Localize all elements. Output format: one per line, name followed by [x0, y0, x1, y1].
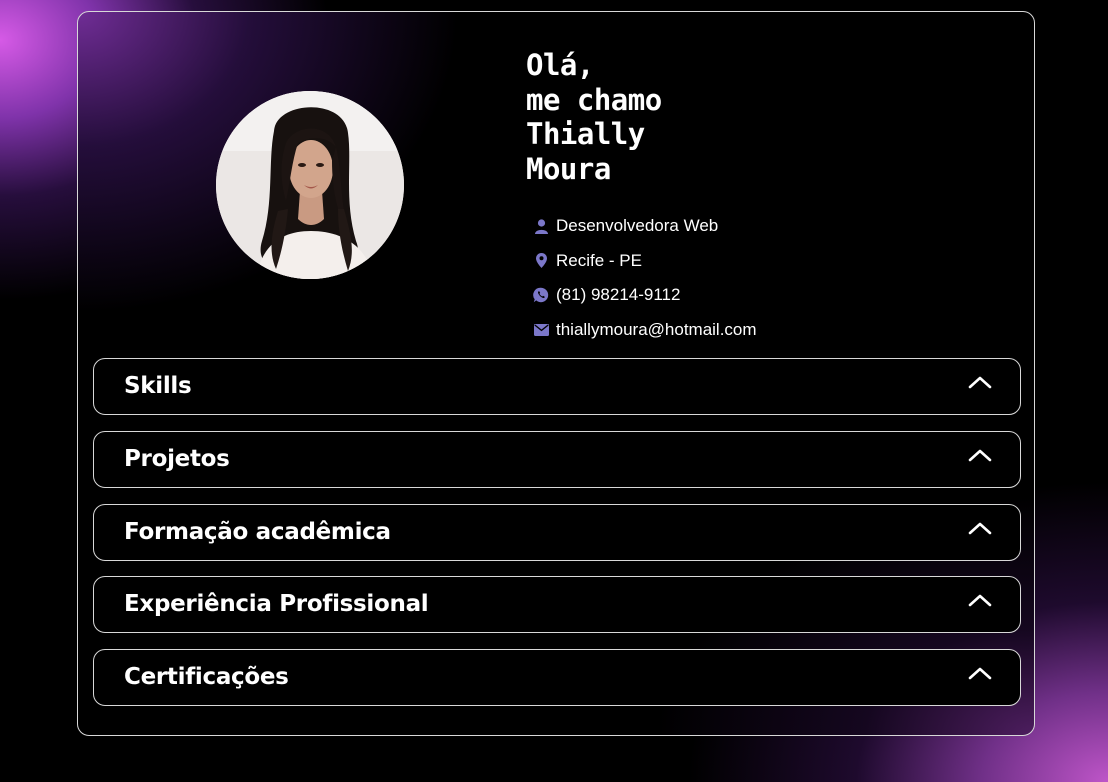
greeting-title: Olá, me chamo Thially Moura	[526, 48, 662, 186]
section-experiencia-label: Experiência Profissional	[124, 591, 429, 617]
contact-item-email: thiallymoura@hotmail.com	[533, 313, 757, 348]
chevron-up-icon	[968, 594, 992, 607]
location-pin-icon	[533, 253, 549, 269]
contact-list: Desenvolvedora Web Recife - PE (81) 9821…	[533, 209, 757, 347]
section-projetos-label: Projetos	[124, 446, 230, 472]
contact-item-role: Desenvolvedora Web	[533, 209, 757, 244]
chevron-up-icon	[968, 376, 992, 389]
profile-avatar	[216, 91, 404, 279]
contact-email-text: thiallymoura@hotmail.com	[556, 319, 757, 339]
contact-item-location: Recife - PE	[533, 244, 757, 279]
chevron-up-icon	[968, 522, 992, 535]
section-skills-toggle[interactable]: Skills	[93, 358, 1021, 415]
greeting-line: Moura	[526, 151, 611, 186]
contact-role-text: Desenvolvedora Web	[556, 216, 719, 236]
greeting-line: Thially	[526, 117, 645, 151]
whatsapp-icon	[533, 287, 549, 303]
user-icon	[533, 218, 549, 234]
section-certificacoes-label: Certificações	[124, 664, 289, 690]
mail-icon	[533, 322, 549, 338]
profile-card: Olá, me chamo Thially Moura Desenvolvedo…	[77, 11, 1035, 736]
section-formacao-toggle[interactable]: Formação acadêmica	[93, 504, 1021, 561]
section-formacao-label: Formação acadêmica	[124, 519, 391, 545]
greeting-line: Olá,	[526, 48, 594, 82]
chevron-up-icon	[968, 449, 992, 462]
greeting-line: me chamo	[526, 82, 662, 117]
section-projetos-toggle[interactable]: Projetos	[93, 431, 1021, 488]
section-skills-label: Skills	[124, 373, 192, 399]
section-experiencia-toggle[interactable]: Experiência Profissional	[93, 576, 1021, 633]
section-certificacoes-toggle[interactable]: Certificações	[93, 649, 1021, 706]
contact-item-phone: (81) 98214-9112	[533, 278, 757, 313]
chevron-up-icon	[968, 667, 992, 680]
profile-photo-icon	[216, 91, 404, 279]
contact-location-text: Recife - PE	[556, 250, 642, 270]
contact-phone-text: (81) 98214-9112	[556, 285, 681, 305]
